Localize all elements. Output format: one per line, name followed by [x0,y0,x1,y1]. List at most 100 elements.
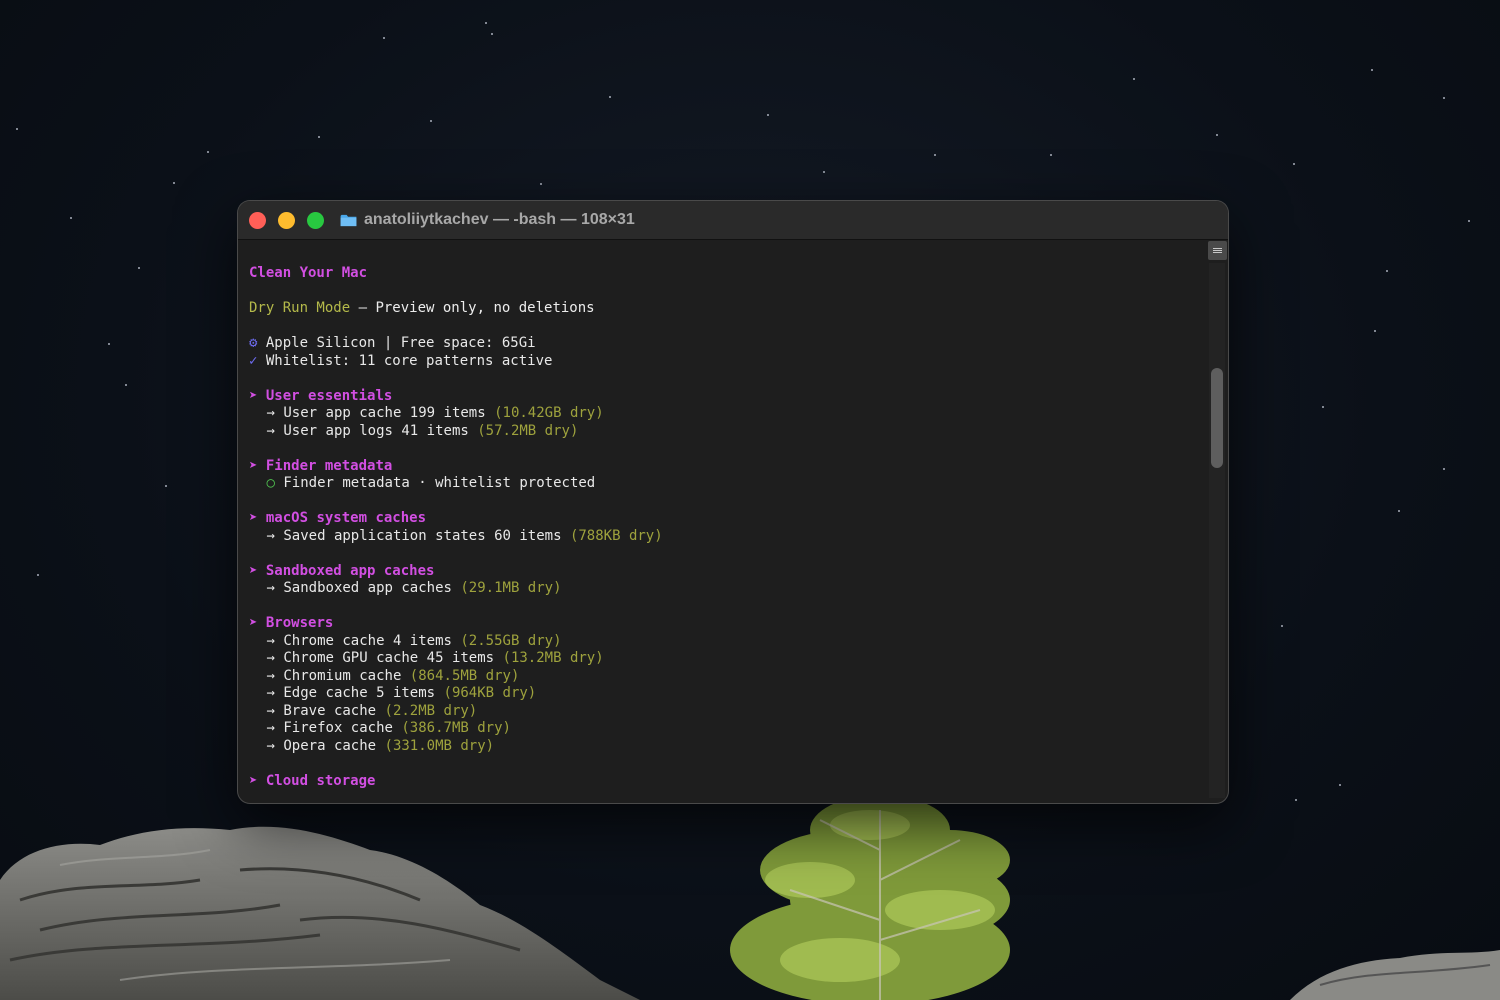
star [1293,163,1295,165]
item-text: Edge cache 5 items [274,685,444,701]
tree [730,795,1010,1000]
section-title: macOS system caches [265,510,427,526]
section-header: ➤ Browsers [249,615,1199,633]
item-size: (964KB dry) [443,685,537,701]
section-marker-icon: ➤ [249,562,258,579]
section-header: ➤ Cloud storage [249,773,1199,791]
item-size: (29.1MB dry) [460,580,562,596]
star [485,22,487,24]
star [1133,78,1135,80]
list-item: → User app cache 199 items (10.42GB dry) [249,405,1199,423]
window-title-group: anatoliiytkachev — -bash — 108×31 [340,210,635,230]
section-title: Sandboxed app caches [265,562,435,579]
item-size: (10.42GB dry) [494,405,604,421]
section-title: Cloud storage [265,772,376,789]
star [1339,784,1341,786]
section-marker-icon: ➤ [249,387,258,404]
star [934,154,936,156]
system-info-line: ⚙ Apple Silicon | Free space: 65Gi [249,335,1199,353]
section-marker-icon: ➤ [249,615,258,631]
mode-desc: – Preview only, no deletions [350,300,595,316]
star [540,183,542,185]
terminal-output[interactable]: Clean Your Mac Dry Run Mode – Preview on… [249,265,1199,790]
section-header: ➤ Finder metadata [249,458,1199,476]
arrow-icon: → [266,632,275,649]
star [1443,468,1445,470]
terminal-window[interactable]: anatoliiytkachev — -bash — 108×31 Clean … [238,201,1228,803]
arrow-icon: → [266,527,275,544]
arrow-icon: → [266,580,275,596]
star [138,267,140,269]
section-marker-icon: ➤ [249,772,258,789]
item-size: (386.7MB dry) [401,720,511,736]
star [823,171,825,173]
item-text: User app cache 199 items [274,405,495,421]
star [1386,270,1388,272]
item-size: (2.55GB dry) [460,632,562,649]
star [16,128,18,130]
item-text: Opera cache [274,737,385,754]
star [165,485,167,487]
item-text: Finder metadata · whitelist protected [274,475,596,491]
list-item: → Opera cache (331.0MB dry) [249,738,1199,756]
arrow-icon: → [266,685,275,701]
circle-icon: ○ [266,475,275,491]
rock-formation-left [0,826,640,1000]
star [1443,97,1445,99]
star [1295,799,1297,801]
scroll-menu-button[interactable] [1208,241,1227,260]
star [430,120,432,122]
star [173,182,175,184]
list-item: → Edge cache 5 items (964KB dry) [249,685,1199,703]
item-text: Firefox cache [274,720,402,736]
arrow-icon: → [266,422,275,439]
item-text: Brave cache [274,702,385,719]
arrow-icon: → [266,405,275,421]
list-item: ○ Finder metadata · whitelist protected [249,475,1199,493]
list-item: → Firefox cache (386.7MB dry) [249,720,1199,738]
title-bar[interactable]: anatoliiytkachev — -bash — 108×31 [238,201,1228,240]
star [125,384,127,386]
star [1216,134,1218,136]
item-size: (57.2MB dry) [477,422,579,439]
mode-label: Dry Run Mode [249,300,351,316]
list-item: → Sandboxed app caches (29.1MB dry) [249,580,1199,598]
list-item: → Chromium cache (864.5MB dry) [249,668,1199,686]
star [1398,510,1400,512]
arrow-icon: → [266,650,275,666]
star [70,217,72,219]
section-header: ➤ Sandboxed app caches [249,563,1199,581]
star [1374,330,1376,332]
item-size: (788KB dry) [569,527,663,544]
star [1371,69,1373,71]
mode-line: Dry Run Mode – Preview only, no deletion… [249,300,1199,318]
minimize-button[interactable] [278,212,295,229]
star [1281,625,1283,627]
item-size: (2.2MB dry) [384,702,478,719]
list-item: → Saved application states 60 items (788… [249,528,1199,546]
list-item: → Chrome GPU cache 45 items (13.2MB dry) [249,650,1199,668]
section-header: ➤ macOS system caches [249,510,1199,528]
star [318,136,320,138]
whitelist-info: Whitelist: 11 core patterns active [257,352,553,369]
section-header: ➤ User essentials [249,388,1199,406]
zoom-button[interactable] [307,212,324,229]
item-text: Chrome GPU cache 45 items [274,650,503,666]
scrollbar-thumb[interactable] [1211,368,1223,468]
arrow-icon: → [266,667,275,684]
close-button[interactable] [249,212,266,229]
item-text: Chromium cache [274,667,410,684]
star [1050,154,1052,156]
arrow-icon: → [266,720,275,736]
item-text: Saved application states 60 items [274,527,570,544]
arrow-icon: → [266,702,275,719]
section-title: Browsers [265,615,334,631]
scrollbar-track[interactable] [1209,263,1225,798]
list-item: → Brave cache (2.2MB dry) [249,703,1199,721]
item-text: Chrome cache 4 items [274,632,461,649]
list-item: → Chrome cache 4 items (2.55GB dry) [249,633,1199,651]
section-marker-icon: ➤ [249,510,258,526]
rock-formation-right [1290,950,1500,1000]
item-size: (331.0MB dry) [384,737,495,754]
heading: Clean Your Mac [249,265,368,281]
